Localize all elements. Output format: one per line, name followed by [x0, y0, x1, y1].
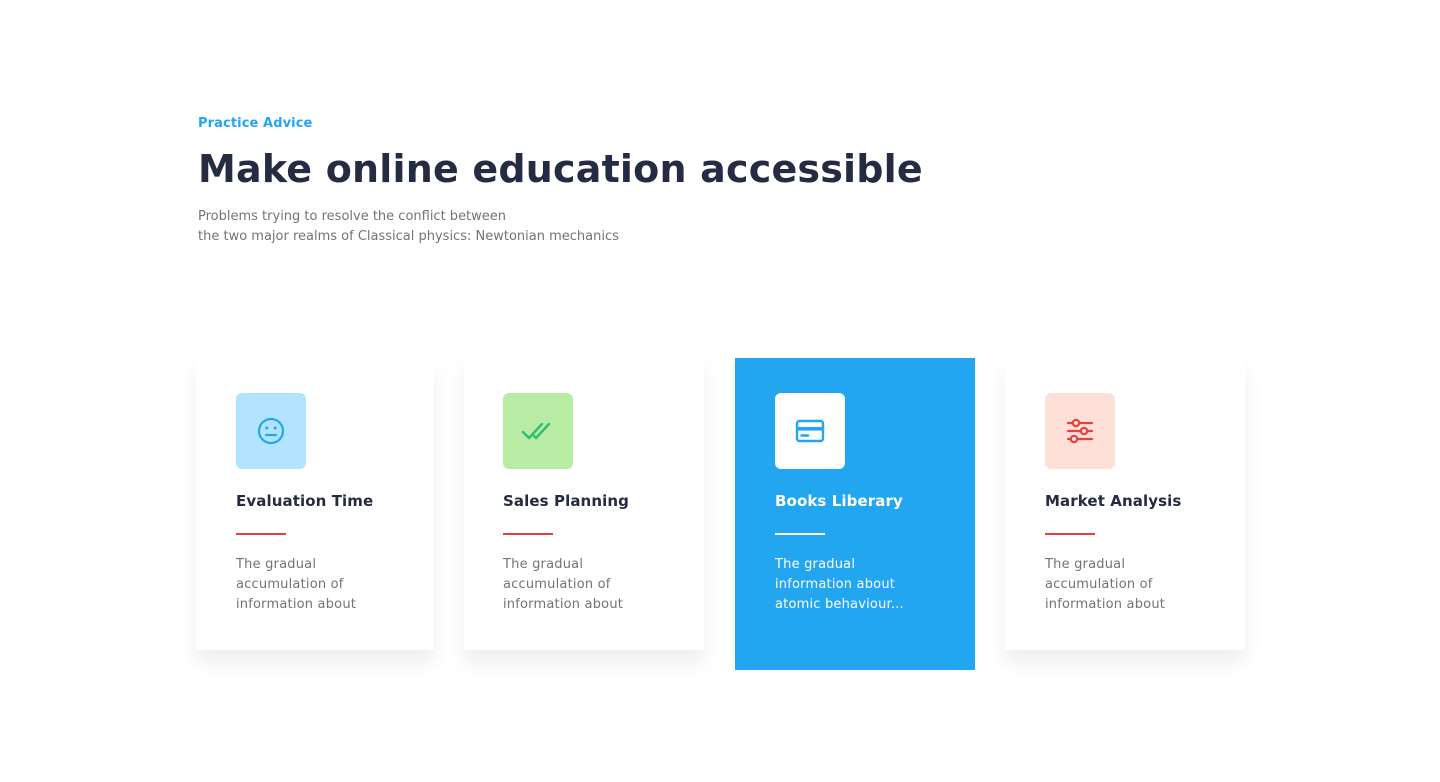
card-description: The gradual accumulation of information …	[236, 557, 357, 612]
feature-card-market-analysis[interactable]: Market Analysis The gradual accumulation…	[1005, 358, 1245, 650]
card-divider	[236, 533, 286, 535]
icon-box	[503, 393, 573, 469]
credit-card-icon	[795, 419, 825, 443]
card-title: Books Liberary	[775, 492, 903, 510]
card-divider	[503, 533, 553, 535]
icon-box	[236, 393, 306, 469]
card-title: Market Analysis	[1045, 492, 1182, 510]
icon-box	[775, 393, 845, 469]
feature-card-sales-planning[interactable]: Sales Planning The gradual accumulation …	[464, 358, 704, 650]
card-title: Evaluation Time	[236, 492, 374, 510]
icon-box	[1045, 393, 1115, 469]
practice-advice-section: Practice Advice Make online education ac…	[0, 0, 1440, 782]
section-eyebrow: Practice Advice	[198, 116, 313, 131]
card-title: Sales Planning	[503, 492, 629, 510]
double-check-icon	[521, 422, 551, 440]
section-subtitle: Problems trying to resolve the conflict …	[198, 207, 718, 247]
card-description: The gradual information about atomic beh…	[775, 557, 904, 612]
card-divider	[775, 533, 825, 535]
sliders-icon	[1066, 418, 1094, 444]
section-subtitle-line-2: the two major realms of Classical physic…	[198, 229, 619, 244]
section-subtitle-line-1: Problems trying to resolve the conflict …	[198, 209, 507, 224]
neutral-face-icon	[257, 417, 285, 445]
card-description: The gradual accumulation of information …	[503, 557, 624, 612]
section-title: Make online education accessible	[198, 147, 923, 191]
card-description: The gradual accumulation of information …	[1045, 557, 1166, 612]
feature-card-evaluation-time[interactable]: Evaluation Time The gradual accumulation…	[196, 358, 434, 650]
feature-card-books-liberary[interactable]: Books Liberary The gradual information a…	[735, 358, 975, 670]
card-divider	[1045, 533, 1095, 535]
